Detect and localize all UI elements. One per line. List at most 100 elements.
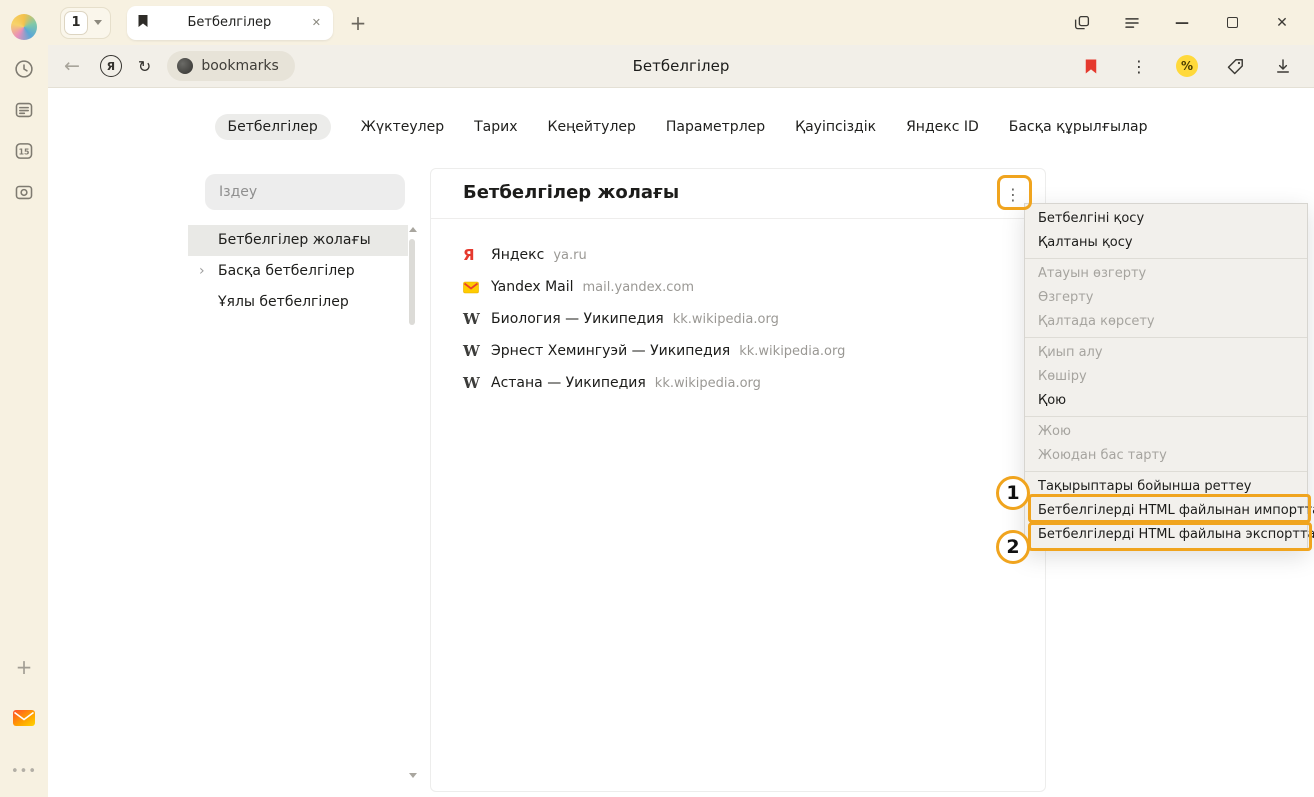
tab-other-devices[interactable]: Басқа құрылғылар	[1009, 114, 1148, 140]
new-tab-button[interactable]: +	[345, 10, 371, 36]
menu-item-import-html[interactable]: Бетбелгілерді HTML файлынан импорттау	[1025, 499, 1307, 523]
tab-history[interactable]: Тарих	[474, 114, 517, 140]
bookmark-title: Яндекс	[491, 247, 544, 263]
menu-item-add-folder[interactable]: Қалтаны қосу	[1025, 231, 1307, 255]
bookmark-title: Биология — Уикипедия	[491, 311, 664, 327]
menu-item-show-in-folder: Қалтада көрсету	[1025, 310, 1307, 334]
browser-toolbar: ← Я ↻ bookmarks Бетбелгілер ⋮ %	[48, 45, 1314, 88]
scrollbar-thumb[interactable]	[409, 239, 415, 325]
screenshot-icon[interactable]	[12, 180, 36, 204]
bookmark-title: Yandex Mail	[491, 279, 574, 295]
rail-add-icon[interactable]: +	[12, 655, 36, 679]
page-menu-icon[interactable]: ⋮	[1128, 55, 1150, 77]
maximize-icon[interactable]	[1222, 13, 1242, 33]
bookmark-row[interactable]: W Эрнест Хемингуэй — Уикипедия kk.wikipe…	[463, 335, 1045, 367]
menu-item-undo-delete: Жоюдан бас тарту	[1025, 444, 1307, 468]
yandex-favicon: Я	[463, 246, 483, 264]
bookmark-url: kk.wikipedia.org	[673, 312, 779, 327]
folder-label: Ұялы бетбелгілер	[218, 294, 349, 310]
history-clock-icon[interactable]	[12, 57, 36, 81]
tab-downloads[interactable]: Жүктеулер	[361, 114, 444, 140]
bookmark-list: Я Яндекс ya.ru Yandex Mail mail.yandex.c…	[431, 219, 1045, 399]
tab-counter[interactable]: 1	[60, 7, 111, 39]
percent-label: %	[1181, 59, 1193, 73]
calendar-day-label: 15	[19, 147, 30, 156]
window-close-icon[interactable]: ✕	[1272, 13, 1292, 33]
bookmark-url: ya.ru	[553, 248, 586, 263]
wikipedia-favicon: W	[463, 342, 483, 360]
tab-count-badge: 1	[64, 11, 88, 35]
active-tab[interactable]: Бетбелгілер ✕	[127, 6, 333, 40]
menu-item-add-bookmark[interactable]: Бетбелгіні қосу	[1025, 207, 1307, 231]
browser-window: 15 + ••• 1	[0, 0, 1314, 797]
address-bar[interactable]: bookmarks	[167, 51, 295, 81]
tab-bar: 1 Бетбелгілер ✕ + —	[48, 0, 1314, 45]
back-icon[interactable]: ←	[64, 55, 80, 77]
tab-security[interactable]: Қауіпсіздік	[795, 114, 876, 140]
menu-group: Жою Жоюдан бас тарту	[1025, 416, 1307, 471]
tab-title: Бетбелгілер	[149, 15, 310, 30]
panel-title: Бетбелгілер жолағы	[463, 182, 679, 203]
bookmarked-flag-icon[interactable]	[1080, 55, 1102, 77]
context-menu: Бетбелгіні қосу Қалтаны қосу Атауын өзге…	[1024, 203, 1308, 551]
page-favicon	[177, 58, 193, 74]
folder-list: Бетбелгілер жолағы › Басқа бетбелгілер Ұ…	[188, 225, 408, 318]
sidebar-item-mobile-bookmarks[interactable]: Ұялы бетбелгілер	[188, 287, 408, 318]
bookmark-title: Эрнест Хемингуэй — Уикипедия	[491, 343, 730, 359]
mail-favicon	[463, 281, 483, 294]
chevron-right-icon[interactable]: ›	[199, 256, 205, 287]
panel-header: Бетбелгілер жолағы ⋮	[431, 169, 1045, 219]
sidebar-item-bookmarks-bar[interactable]: Бетбелгілер жолағы	[188, 225, 408, 256]
wikipedia-favicon: W	[463, 310, 483, 328]
bookmark-row[interactable]: W Биология — Уикипедия kk.wikipedia.org	[463, 303, 1045, 335]
calendar-icon[interactable]: 15	[12, 139, 36, 163]
bookmark-row[interactable]: W Астана — Уикипедия kk.wikipedia.org	[463, 367, 1045, 399]
scroll-down-icon[interactable]	[409, 773, 417, 778]
tab-bookmark-icon	[137, 13, 149, 32]
url-text: bookmarks	[201, 58, 279, 74]
menu-item-rename: Атауын өзгерту	[1025, 262, 1307, 286]
menu-item-cut: Қиып алу	[1025, 341, 1307, 365]
menu-group: Тақырыптары бойынша реттеу Бетбелгілерді…	[1025, 471, 1307, 550]
search-input[interactable]	[205, 174, 405, 210]
menu-group: Атауын өзгерту Өзгерту Қалтада көрсету	[1025, 258, 1307, 337]
scroll-up-icon[interactable]	[409, 227, 417, 232]
downloads-icon[interactable]	[1272, 55, 1294, 77]
bookmark-title: Астана — Уикипедия	[491, 375, 646, 391]
sidebar-scrollbar[interactable]	[406, 225, 420, 780]
tab-bookmarks[interactable]: Бетбелгілер	[215, 114, 331, 140]
folder-label: Бетбелгілер жолағы	[218, 232, 371, 248]
menu-item-delete: Жою	[1025, 420, 1307, 444]
bookmarks-panel: Бетбелгілер жолағы ⋮ Я Яндекс ya.ru	[430, 168, 1046, 792]
tab-yandex-id[interactable]: Яндекс ID	[906, 114, 979, 140]
yandex-mail-icon[interactable]	[12, 706, 36, 730]
settings-nav: Бетбелгілер Жүктеулер Тарих Кеңейтулер П…	[48, 112, 1314, 142]
menu-item-copy: Көшіру	[1025, 365, 1307, 389]
menu-item-paste[interactable]: Қою	[1025, 389, 1307, 413]
bookmark-url: mail.yandex.com	[583, 280, 695, 295]
bookmark-row[interactable]: Yandex Mail mail.yandex.com	[463, 271, 1045, 303]
yandex-home-icon[interactable]: Я	[100, 55, 122, 77]
refresh-icon[interactable]: ↻	[138, 57, 151, 76]
rail-more-icon[interactable]: •••	[12, 759, 36, 783]
left-rail: 15 + •••	[0, 0, 48, 797]
cashback-icon[interactable]: %	[1176, 55, 1198, 77]
tab-close-icon[interactable]: ✕	[310, 16, 323, 29]
wikipedia-favicon: W	[463, 374, 483, 392]
browser-menu-icon[interactable]	[1122, 13, 1142, 33]
bookmark-url: kk.wikipedia.org	[739, 344, 845, 359]
menu-item-export-html[interactable]: Бетбелгілерді HTML файлына экспорттау	[1025, 523, 1307, 547]
minimize-icon[interactable]: —	[1172, 13, 1192, 33]
feed-icon[interactable]	[12, 98, 36, 122]
price-tag-icon[interactable]	[1224, 55, 1246, 77]
panel-menu-button[interactable]: ⋮	[999, 180, 1027, 208]
menu-group: Бетбелгіні қосу Қалтаны қосу	[1025, 204, 1307, 258]
menu-item-edit: Өзгерту	[1025, 286, 1307, 310]
menu-item-sort-by-title[interactable]: Тақырыптары бойынша реттеу	[1025, 475, 1307, 499]
tab-extensions[interactable]: Кеңейтулер	[548, 114, 636, 140]
profile-avatar[interactable]	[11, 14, 37, 40]
bookmark-row[interactable]: Я Яндекс ya.ru	[463, 239, 1045, 271]
sidebar-item-other-bookmarks[interactable]: › Басқа бетбелгілер	[188, 256, 408, 287]
tab-settings[interactable]: Параметрлер	[666, 114, 765, 140]
tab-overview-icon[interactable]	[1072, 13, 1092, 33]
